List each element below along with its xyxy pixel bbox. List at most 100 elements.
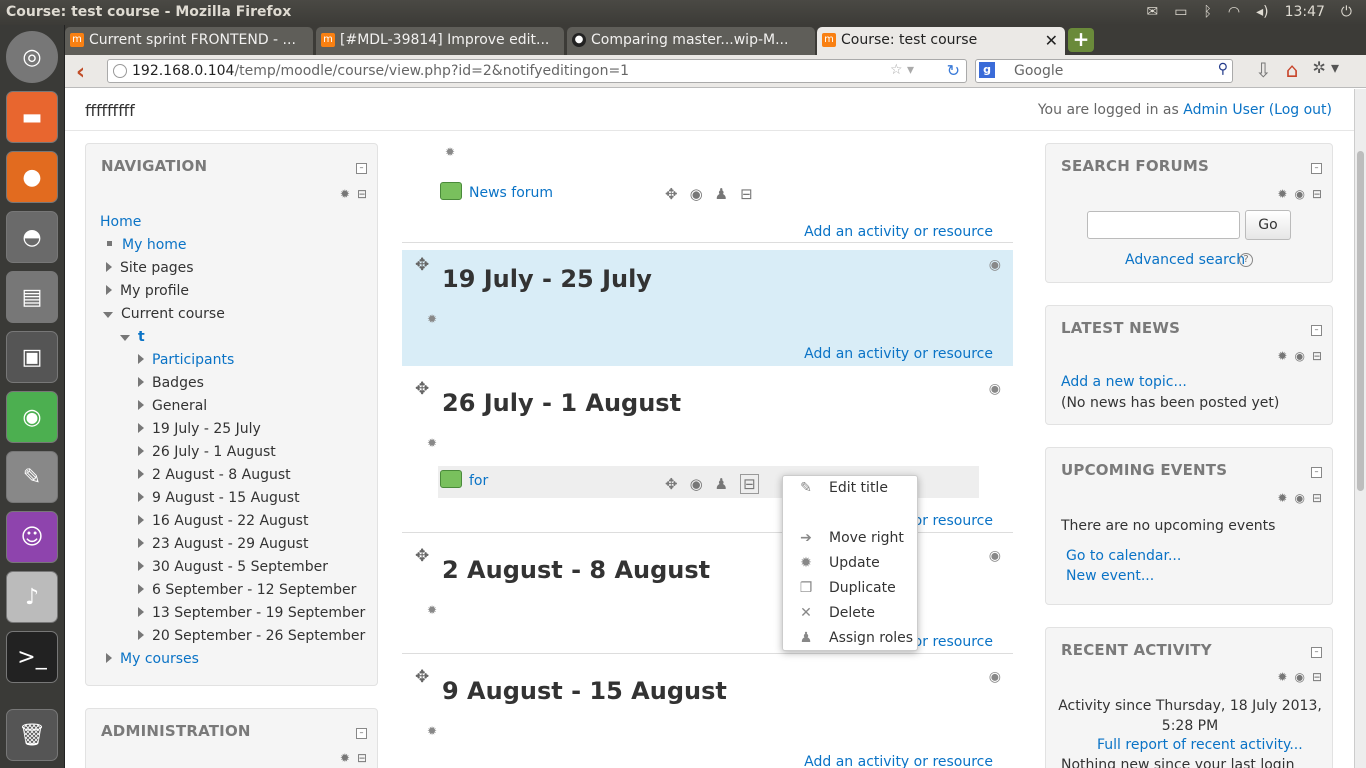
eye-icon[interactable]: ◉ <box>989 381 1001 397</box>
tab-mdl-39814[interactable]: m [#MDL-39814] Improve edit... <box>316 27 564 55</box>
expand-icon[interactable] <box>106 285 112 295</box>
expand-icon[interactable] <box>138 515 144 525</box>
music-icon[interactable]: ♪ <box>6 571 58 623</box>
settings-gear-icon[interactable]: ✹ <box>340 751 350 765</box>
site-name[interactable]: fffffffff <box>85 101 135 120</box>
eye-icon[interactable]: ◉ <box>690 185 703 203</box>
nav-week[interactable]: 6 September - 12 September <box>152 582 356 598</box>
add-activity-link[interactable]: or resource <box>914 634 993 650</box>
go-button[interactable]: Go <box>1245 210 1291 240</box>
nav-week[interactable]: 19 July - 25 July <box>152 421 261 437</box>
nav-week[interactable]: 23 August - 29 August <box>152 536 308 552</box>
nav-site-pages[interactable]: Site pages <box>120 260 194 276</box>
groups-icon[interactable]: ♟ <box>715 185 728 203</box>
expand-icon[interactable] <box>138 423 144 433</box>
nav-my-courses[interactable]: My courses <box>120 651 199 667</box>
expand-icon[interactable] <box>138 446 144 456</box>
search-forums-input[interactable] <box>1087 211 1240 239</box>
back-icon[interactable]: ‹ <box>76 60 85 85</box>
eye-icon[interactable]: ◉ <box>1294 670 1304 684</box>
new-event-link[interactable]: New event... <box>1066 568 1154 584</box>
edit-summary-icon[interactable]: ✹ <box>427 724 437 738</box>
expand-icon[interactable] <box>138 584 144 594</box>
nav-home[interactable]: Home <box>100 214 141 230</box>
menu-delete[interactable]: ✕ Delete <box>795 605 875 621</box>
trash-icon[interactable]: 🗑 <box>6 709 58 761</box>
nav-my-profile[interactable]: My profile <box>120 283 189 299</box>
clock[interactable]: 13:47 <box>1285 4 1325 20</box>
page-scrollbar[interactable] <box>1354 89 1366 768</box>
edit-menu-icon[interactable]: ⊟ <box>740 474 759 494</box>
edit-summary-icon[interactable]: ✹ <box>445 145 455 159</box>
move-icon[interactable]: ✥ <box>415 667 429 687</box>
eye-icon[interactable]: ◉ <box>1294 187 1304 201</box>
expand-icon[interactable] <box>138 400 144 410</box>
settings-gear-icon[interactable]: ✹ <box>1277 349 1287 363</box>
expand-icon[interactable] <box>138 492 144 502</box>
eye-icon[interactable]: ◉ <box>690 475 703 493</box>
bookmark-star-icon[interactable]: ☆ ▾ <box>890 62 914 78</box>
nav-week[interactable]: 16 August - 22 August <box>152 513 308 529</box>
dock-icon[interactable]: ⊟ <box>1312 187 1322 201</box>
terminal-icon[interactable]: >_ <box>6 631 58 683</box>
expand-icon[interactable] <box>138 561 144 571</box>
pidgin-icon[interactable]: ☺ <box>6 511 58 563</box>
firefox-icon[interactable]: ● <box>6 151 58 203</box>
dock-icon[interactable]: ⊟ <box>1312 491 1322 505</box>
collapse-icon[interactable]: – <box>1311 325 1322 336</box>
dock-icon[interactable]: ⊟ <box>1312 670 1322 684</box>
expand-icon[interactable] <box>138 354 144 364</box>
add-activity-link[interactable]: or resource <box>914 513 993 529</box>
add-topic-link[interactable]: Add a new topic... <box>1061 374 1187 390</box>
volume-icon[interactable]: ◂) <box>1256 4 1269 20</box>
move-icon[interactable]: ✥ <box>415 255 429 275</box>
download-icon[interactable]: ⇩ <box>1255 58 1272 82</box>
app-icon[interactable]: ◓ <box>6 211 58 263</box>
activity-link[interactable]: for <box>469 473 488 489</box>
nav-current-course[interactable]: Current course <box>121 306 225 322</box>
ubuntu-dash-icon[interactable]: ◎ <box>6 31 58 83</box>
expand-icon[interactable] <box>106 653 112 663</box>
logout-link[interactable]: (Log out) <box>1269 102 1332 118</box>
nav-general[interactable]: General <box>152 398 207 414</box>
eye-icon[interactable]: ◉ <box>989 548 1001 564</box>
eye-icon[interactable]: ◉ <box>1294 491 1304 505</box>
advanced-search-link[interactable]: Advanced search <box>1125 252 1245 268</box>
tab-comparing[interactable]: ● Comparing master...wip-M... <box>567 27 815 55</box>
menu-update[interactable]: ✹ Update <box>795 555 880 571</box>
search-icon[interactable]: ⚲ <box>1218 61 1228 77</box>
home-icon[interactable]: ⌂ <box>1286 58 1299 82</box>
user-link[interactable]: Admin User <box>1183 102 1264 118</box>
disk-icon[interactable]: ▤ <box>6 271 58 323</box>
add-activity-link[interactable]: Add an activity or resource <box>804 224 993 240</box>
move-icon[interactable]: ✥ <box>665 475 678 493</box>
nav-course-t[interactable]: t <box>138 329 145 345</box>
power-icon[interactable]: ⏻ <box>1341 4 1352 20</box>
text-editor-icon[interactable]: ✎ <box>6 451 58 503</box>
settings-gear-icon[interactable]: ✹ <box>1277 491 1287 505</box>
news-forum-link[interactable]: News forum <box>469 185 553 201</box>
extension-icon[interactable]: ✲ ▾ <box>1312 58 1339 82</box>
mail-icon[interactable]: ✉ <box>1146 4 1158 20</box>
menu-duplicate[interactable]: ❐ Duplicate <box>795 580 896 596</box>
tab-current-sprint[interactable]: m Current sprint FRONTEND - ... <box>65 27 313 55</box>
settings-gear-icon[interactable]: ✹ <box>1277 670 1287 684</box>
move-icon[interactable]: ✥ <box>415 379 429 399</box>
add-activity-link[interactable]: Add an activity or resource <box>804 346 993 362</box>
google-icon[interactable]: g <box>979 62 995 78</box>
edit-summary-icon[interactable]: ✹ <box>427 436 437 450</box>
collapse-tree-icon[interactable] <box>103 312 113 318</box>
bluetooth-icon[interactable]: ᛒ <box>1203 4 1211 20</box>
groups-icon[interactable]: ♟ <box>715 475 728 493</box>
new-tab-button[interactable]: + <box>1068 28 1094 52</box>
add-activity-link[interactable]: Add an activity or resource <box>804 754 993 768</box>
expand-icon[interactable] <box>138 538 144 548</box>
nav-week[interactable]: 20 September - 26 September <box>152 628 365 644</box>
eye-icon[interactable]: ◉ <box>989 669 1001 685</box>
nav-week[interactable]: 30 August - 5 September <box>152 559 328 575</box>
url-bar[interactable]: 192.168.0.104/temp/moodle/course/view.ph… <box>107 59 967 83</box>
collapse-tree-icon[interactable] <box>120 335 130 341</box>
move-icon[interactable]: ✥ <box>415 546 429 566</box>
expand-icon[interactable] <box>106 262 112 272</box>
expand-icon[interactable] <box>138 607 144 617</box>
